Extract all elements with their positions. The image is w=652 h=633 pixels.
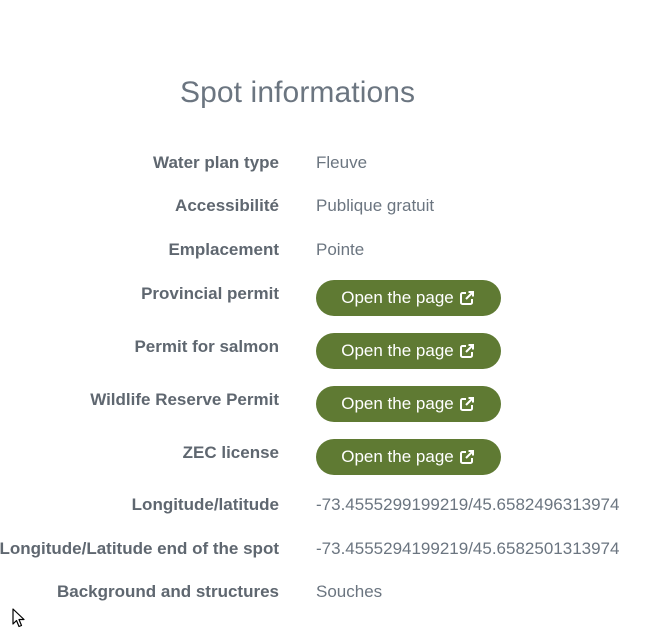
row-value: -73.4555294199219/45.6582501313974 [316, 539, 620, 558]
page-title: Spot informations [180, 76, 416, 109]
row-label: Emplacement [168, 240, 279, 259]
row-label: Accessibilité [175, 196, 279, 215]
row-label: Wildlife Reserve Permit [90, 390, 279, 409]
row-label: Longitude/latitude [131, 495, 279, 514]
info-row-accessibility: Accessibilité Publique gratuit [0, 196, 652, 236]
row-value: Fleuve [316, 153, 368, 172]
row-label: Background and structures [57, 582, 279, 601]
button-label: Open the page [341, 447, 454, 466]
info-row-background-structures: Background and structures Souches [0, 582, 652, 622]
open-page-button-salmon-permit[interactable]: Open the page [316, 333, 501, 369]
row-label: Longitude/Latitude end of the spot [0, 539, 279, 558]
info-row-water-plan-type: Water plan type Fleuve [0, 153, 652, 193]
external-link-icon [458, 342, 476, 360]
open-page-button-provincial-permit[interactable]: Open the page [316, 280, 501, 316]
info-row-wildlife-reserve-permit: Wildlife Reserve Permit Open the page [0, 386, 652, 430]
external-link-icon [458, 448, 476, 466]
row-value: Pointe [316, 240, 365, 259]
button-label: Open the page [341, 341, 454, 360]
info-row-longitude-latitude: Longitude/latitude -73.4555299199219/45.… [0, 495, 652, 535]
row-value: -73.4555299199219/45.6582496313974 [316, 495, 620, 514]
open-page-button-zec-license[interactable]: Open the page [316, 439, 501, 475]
info-row-zec-license: ZEC license Open the page [0, 439, 652, 483]
external-link-icon [458, 289, 476, 307]
row-label: Provincial permit [141, 284, 279, 303]
info-row-longitude-latitude-end: Longitude/Latitude end of the spot -73.4… [0, 539, 652, 579]
row-label: Water plan type [153, 153, 279, 172]
row-value: Publique gratuit [316, 196, 435, 215]
mouse-pointer-icon [12, 608, 26, 628]
info-row-salmon-permit: Permit for salmon Open the page [0, 333, 652, 377]
info-row-location: Emplacement Pointe [0, 240, 652, 280]
spot-info-panel: Spot informations Water plan type Fleuve… [0, 0, 652, 630]
button-label: Open the page [341, 288, 454, 307]
external-link-icon [458, 395, 476, 413]
open-page-button-wildlife-reserve-permit[interactable]: Open the page [316, 386, 501, 422]
row-label: ZEC license [182, 443, 279, 462]
row-value: Souches [316, 582, 383, 601]
button-label: Open the page [341, 394, 454, 413]
row-label: Permit for salmon [134, 337, 279, 356]
info-row-provincial-permit: Provincial permit Open the page [0, 280, 652, 324]
